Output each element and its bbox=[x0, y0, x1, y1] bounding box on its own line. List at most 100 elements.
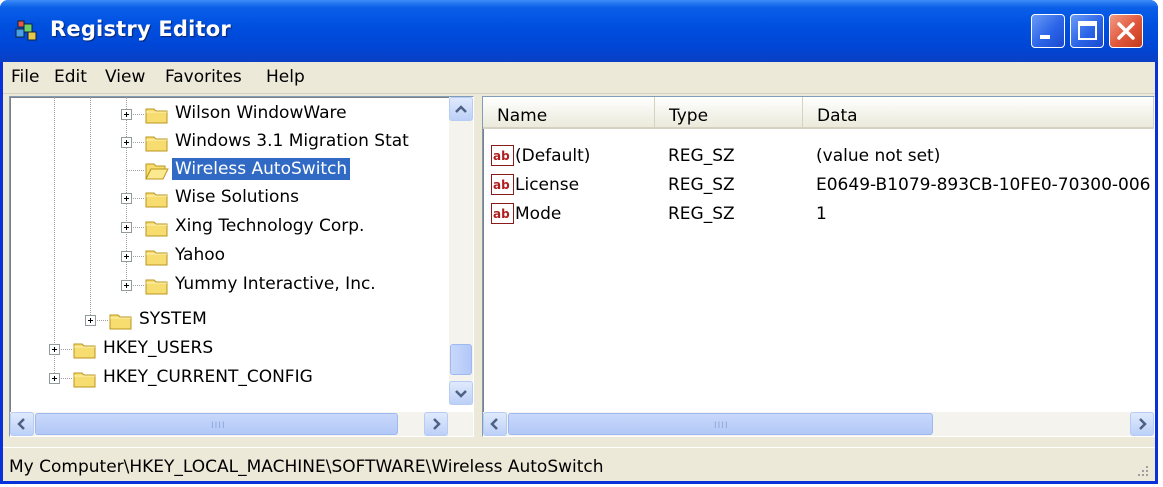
value-data: E0649-B1079-893CB-10FE0-70300-006 bbox=[816, 175, 1151, 195]
close-button[interactable] bbox=[1109, 14, 1143, 48]
value-type: REG_SZ bbox=[668, 175, 735, 195]
grip-icon: IIII bbox=[714, 421, 729, 431]
string-value-icon: ab bbox=[491, 203, 514, 224]
values-list-pane[interactable]: Name Type Data ab (Default) REG_SZ (valu… bbox=[482, 96, 1155, 437]
tree-node-label: Yummy Interactive, Inc. bbox=[175, 274, 376, 294]
window-title: Registry Editor bbox=[50, 17, 231, 41]
chevron-left-icon bbox=[17, 418, 25, 430]
status-path: My Computer\HKEY_LOCAL_MACHINE\SOFTWARE\… bbox=[9, 457, 604, 477]
menu-file[interactable]: File bbox=[11, 67, 39, 87]
key-tree-pane[interactable]: Wilson WindowWare Windows 3.1 Migration … bbox=[9, 96, 474, 437]
expand-icon[interactable] bbox=[121, 251, 132, 262]
chevron-right-icon bbox=[1139, 418, 1147, 430]
tree-node-label: SYSTEM bbox=[139, 309, 207, 329]
folder-icon bbox=[145, 192, 168, 208]
registry-editor-icon bbox=[15, 20, 37, 41]
tree-node-yahoo[interactable]: Yahoo bbox=[10, 243, 440, 271]
tree-vertical-scrollbar[interactable] bbox=[449, 97, 473, 405]
scroll-up-button[interactable] bbox=[449, 97, 473, 121]
tree-scroll-thumb[interactable] bbox=[450, 344, 472, 375]
value-type: REG_SZ bbox=[668, 204, 735, 224]
close-icon bbox=[1117, 22, 1135, 40]
tree-node-label: Wilson WindowWare bbox=[175, 103, 347, 123]
value-name: (Default) bbox=[515, 146, 591, 166]
tree-node-label: Xing Technology Corp. bbox=[175, 216, 365, 236]
expand-icon[interactable] bbox=[49, 373, 60, 384]
scroll-down-button[interactable] bbox=[449, 381, 473, 405]
value-row-license[interactable]: ab License REG_SZ E0649-B1079-893CB-10FE… bbox=[491, 172, 1151, 200]
folder-icon bbox=[73, 372, 96, 388]
menu-edit[interactable]: Edit bbox=[54, 67, 87, 87]
column-header-data[interactable]: Data bbox=[803, 97, 1154, 129]
tree-horizontal-scrollbar[interactable]: IIII bbox=[10, 412, 473, 436]
svg-text:ab: ab bbox=[493, 149, 510, 163]
title-bar[interactable]: Registry Editor bbox=[0, 0, 1158, 62]
folder-icon bbox=[73, 343, 96, 359]
menu-help[interactable]: Help bbox=[266, 67, 305, 87]
values-horizontal-scrollbar[interactable]: IIII bbox=[483, 412, 1154, 436]
tree-node-xing-technology[interactable]: Xing Technology Corp. bbox=[10, 214, 440, 242]
tree-node-label: Yahoo bbox=[175, 245, 226, 265]
expand-icon[interactable] bbox=[121, 280, 132, 291]
column-header-type[interactable]: Type bbox=[655, 97, 803, 129]
minimize-button[interactable] bbox=[1031, 14, 1065, 48]
tree-node-windows-migration[interactable]: Windows 3.1 Migration Stat bbox=[10, 129, 440, 157]
folder-icon bbox=[145, 108, 168, 124]
scroll-right-button[interactable] bbox=[1130, 412, 1154, 436]
maximize-button[interactable] bbox=[1070, 14, 1104, 48]
scroll-right-button[interactable] bbox=[424, 412, 448, 436]
scroll-left-button[interactable] bbox=[483, 412, 507, 436]
tree-node-hkey-users[interactable]: HKEY_USERS bbox=[10, 336, 440, 364]
tree-node-label: Windows 3.1 Migration Stat bbox=[175, 131, 409, 151]
tree-node-label: HKEY_CURRENT_CONFIG bbox=[103, 367, 313, 387]
svg-text:ab: ab bbox=[493, 178, 510, 192]
folder-icon bbox=[145, 221, 168, 237]
expand-icon[interactable] bbox=[85, 315, 96, 326]
expand-icon[interactable] bbox=[121, 137, 132, 148]
value-row-mode[interactable]: ab Mode REG_SZ 1 bbox=[491, 201, 1151, 229]
values-hscroll-thumb[interactable]: IIII bbox=[508, 413, 933, 435]
tree-node-wireless-autoswitch[interactable]: Wireless AutoSwitch bbox=[10, 157, 440, 185]
minimize-icon bbox=[1040, 35, 1050, 39]
string-value-icon: ab bbox=[491, 174, 514, 195]
scroll-left-button[interactable] bbox=[10, 412, 34, 436]
expand-icon[interactable] bbox=[121, 109, 132, 120]
maximize-icon bbox=[1078, 21, 1097, 40]
expand-icon[interactable] bbox=[121, 193, 132, 204]
tree-node-wilson-windowware[interactable]: Wilson WindowWare bbox=[10, 101, 440, 129]
value-name: License bbox=[515, 175, 580, 195]
expand-icon[interactable] bbox=[121, 222, 132, 233]
tree-hscroll-thumb[interactable]: IIII bbox=[35, 413, 398, 435]
open-folder-icon bbox=[145, 163, 169, 180]
folder-icon bbox=[109, 314, 132, 330]
value-type: REG_SZ bbox=[668, 146, 735, 166]
value-data: 1 bbox=[816, 204, 827, 224]
string-value-icon: ab bbox=[491, 145, 514, 166]
folder-icon bbox=[145, 279, 168, 295]
status-bar: My Computer\HKEY_LOCAL_MACHINE\SOFTWARE\… bbox=[3, 447, 1155, 481]
value-row-default[interactable]: ab (Default) REG_SZ (value not set) bbox=[491, 143, 1151, 171]
chevron-up-icon bbox=[455, 105, 467, 113]
tree-node-wise-solutions[interactable]: Wise Solutions bbox=[10, 185, 440, 213]
grip-icon: IIII bbox=[211, 421, 226, 431]
tree-node-label: Wireless AutoSwitch bbox=[170, 157, 352, 181]
folder-icon bbox=[145, 250, 168, 266]
chevron-right-icon bbox=[433, 418, 441, 430]
menu-view[interactable]: View bbox=[105, 67, 145, 87]
value-name: Mode bbox=[515, 204, 562, 224]
chevron-left-icon bbox=[490, 418, 498, 430]
menu-favorites[interactable]: Favorites bbox=[165, 67, 242, 87]
tree-node-yummy-interactive[interactable]: Yummy Interactive, Inc. bbox=[10, 272, 440, 300]
registry-editor-window: Registry Editor File Edit View Favorites… bbox=[0, 0, 1158, 484]
svg-text:ab: ab bbox=[493, 207, 510, 221]
resize-grip-icon[interactable] bbox=[1135, 463, 1149, 477]
tree-node-system[interactable]: SYSTEM bbox=[10, 307, 440, 335]
chevron-down-icon bbox=[455, 390, 467, 398]
menu-bar: File Edit View Favorites Help bbox=[3, 62, 1155, 94]
value-data: (value not set) bbox=[816, 146, 941, 166]
column-header-name[interactable]: Name bbox=[483, 97, 655, 129]
folder-icon bbox=[145, 136, 168, 152]
expand-icon[interactable] bbox=[49, 344, 60, 355]
tree-node-hkey-current-config[interactable]: HKEY_CURRENT_CONFIG bbox=[10, 365, 440, 393]
tree-node-label: HKEY_USERS bbox=[103, 338, 214, 358]
